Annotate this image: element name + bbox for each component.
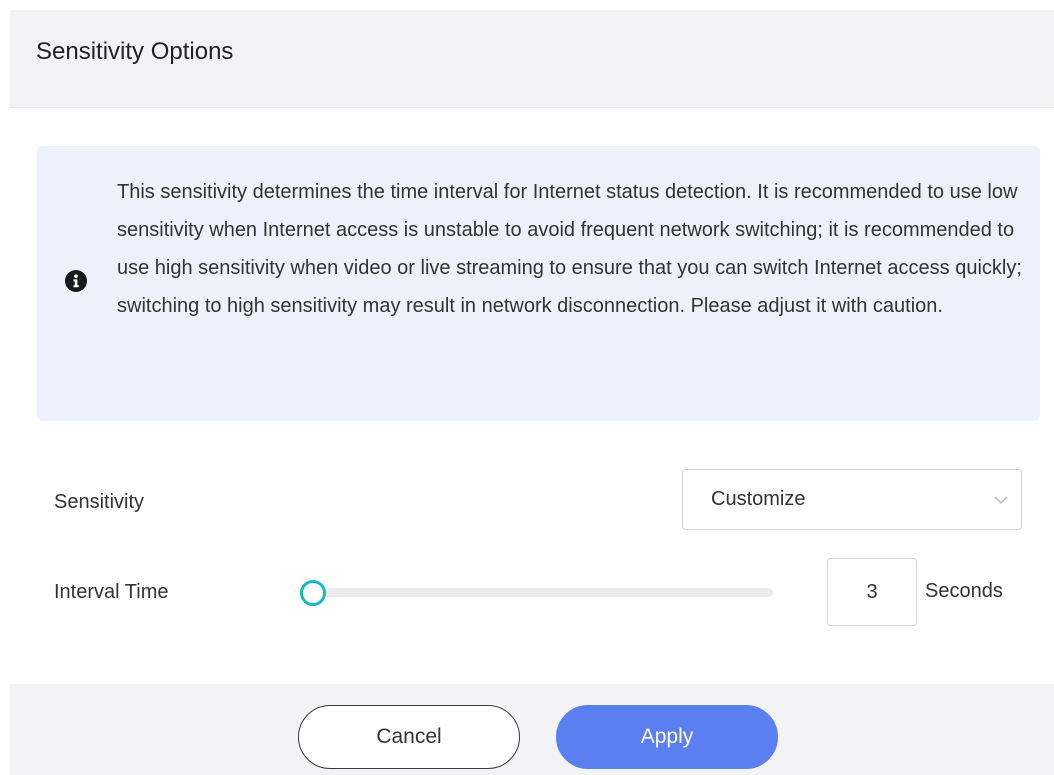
chevron-down-icon xyxy=(993,492,1009,513)
interval-time-slider[interactable] xyxy=(300,580,773,606)
dialog-footer: Cancel Apply xyxy=(10,684,1054,775)
info-text: This sensitivity determines the time int… xyxy=(117,181,1022,317)
apply-button[interactable]: Apply xyxy=(556,705,778,769)
slider-track xyxy=(312,588,773,597)
interval-unit-label: Seconds xyxy=(925,580,1003,602)
info-notice: This sensitivity determines the time int… xyxy=(37,146,1040,421)
dialog-header: Sensitivity Options xyxy=(10,10,1054,108)
dialog-title: Sensitivity Options xyxy=(36,38,234,65)
cancel-button[interactable]: Cancel xyxy=(298,705,520,769)
sensitivity-select[interactable]: Customize xyxy=(682,469,1022,530)
interval-time-input[interactable] xyxy=(827,558,917,626)
sensitivity-selected-value: Customize xyxy=(711,488,806,510)
interval-time-label: Interval Time xyxy=(54,581,169,603)
sensitivity-label: Sensitivity xyxy=(54,491,145,513)
slider-handle[interactable] xyxy=(300,580,326,606)
info-circle-icon xyxy=(65,270,87,292)
sensitivity-options-dialog: Sensitivity Options This sensitivity det… xyxy=(0,0,1054,775)
